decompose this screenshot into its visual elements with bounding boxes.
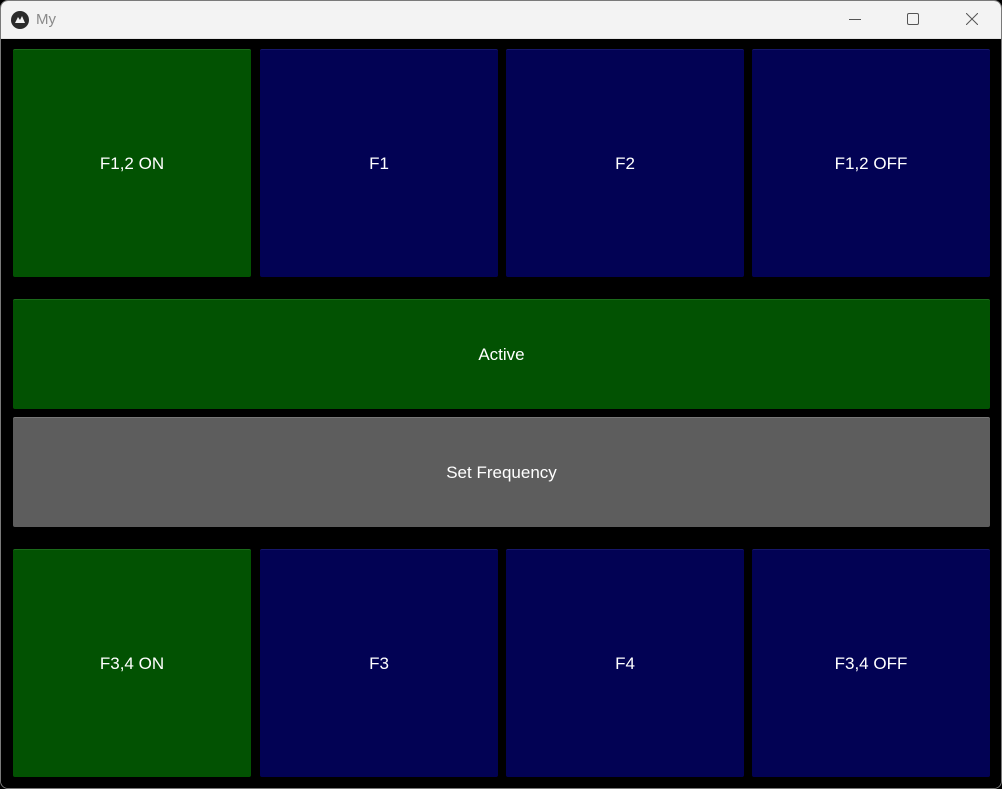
f1-button[interactable]: F1 <box>260 49 498 277</box>
app-window: My F1,2 ON F1 F2 F1,2 OFF Active Set Fre… <box>0 0 1002 789</box>
title-bar[interactable]: My <box>1 1 1001 39</box>
kivy-logo-icon <box>11 11 29 29</box>
minimize-button[interactable] <box>832 1 878 38</box>
active-status-button[interactable]: Active <box>13 299 990 409</box>
f12-off-button[interactable]: F1,2 OFF <box>752 49 990 277</box>
f2-button[interactable]: F2 <box>506 49 744 277</box>
maximize-icon <box>907 13 919 25</box>
maximize-button[interactable] <box>890 1 936 38</box>
close-button[interactable] <box>949 1 995 38</box>
app-content: F1,2 ON F1 F2 F1,2 OFF Active Set Freque… <box>1 39 1001 788</box>
close-icon <box>966 13 978 25</box>
f34-off-button[interactable]: F3,4 OFF <box>752 549 990 777</box>
set-frequency-button[interactable]: Set Frequency <box>13 417 990 527</box>
window-title: My <box>36 11 56 28</box>
minimize-icon <box>849 19 861 20</box>
f34-on-button[interactable]: F3,4 ON <box>13 549 251 777</box>
f4-button[interactable]: F4 <box>506 549 744 777</box>
f12-on-button[interactable]: F1,2 ON <box>13 49 251 277</box>
f3-button[interactable]: F3 <box>260 549 498 777</box>
